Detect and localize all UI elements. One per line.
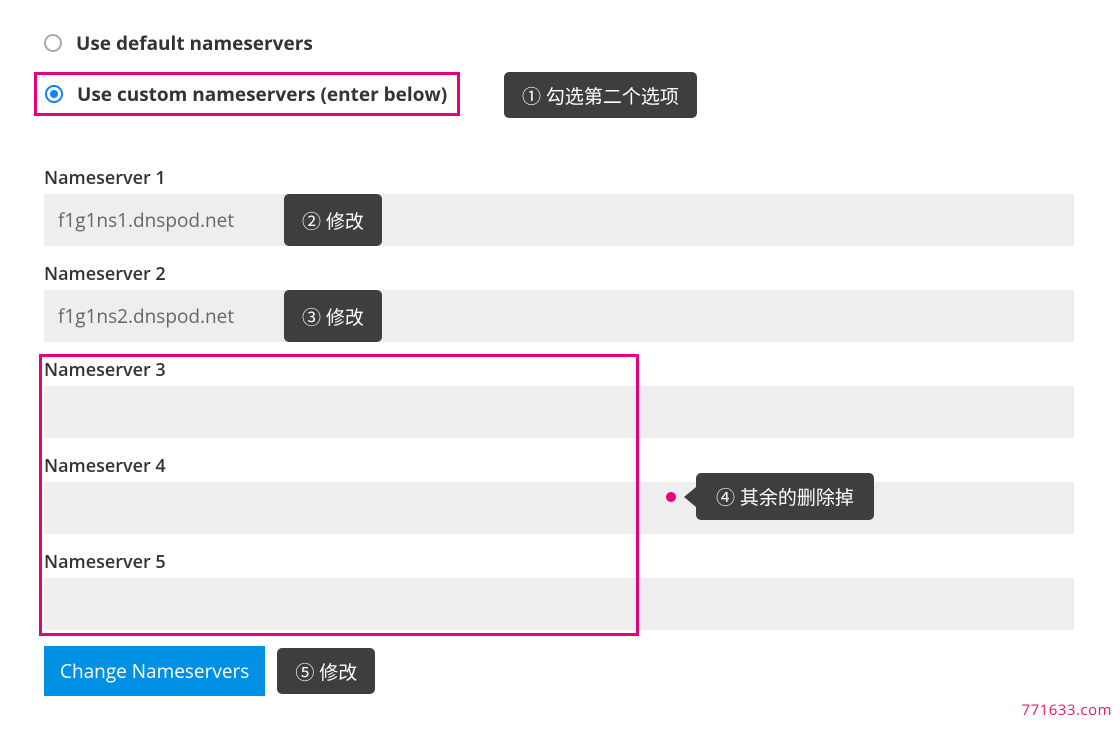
- radio-custom-nameservers[interactable]: Use custom nameservers (enter below): [34, 72, 460, 116]
- nameserver-5-input[interactable]: [44, 578, 1074, 630]
- watermark-text: 771633.com: [1022, 700, 1113, 720]
- nameserver-1-item: Nameserver 1 ② 修改: [44, 166, 1120, 246]
- radio-icon-checked: [45, 85, 63, 103]
- nameserver-2-input[interactable]: [44, 290, 1074, 342]
- radio-default-label: Use default nameservers: [76, 30, 313, 56]
- nameserver-3-label: Nameserver 3: [44, 358, 1120, 382]
- nameserver-5-label: Nameserver 5: [44, 550, 1120, 574]
- nameserver-3-input[interactable]: [44, 386, 1074, 438]
- annotation-step-5: ⑤ 修改: [277, 648, 375, 694]
- nameserver-4-label: Nameserver 4: [44, 454, 1120, 478]
- nameserver-3-item: Nameserver 3: [44, 358, 1120, 438]
- nameservers-section: Nameserver 1 ② 修改 Nameserver 2 ③ 修改 Name…: [44, 166, 1120, 630]
- nameserver-1-label: Nameserver 1: [44, 166, 1120, 190]
- annotation-step-2: ② 修改: [284, 194, 382, 246]
- annotation-step-4-label: ④ 其余的删除掉: [696, 473, 874, 520]
- nameserver-4-input[interactable]: [44, 482, 1074, 534]
- annotation-step-4: ④ 其余的删除掉: [666, 473, 874, 520]
- nameserver-1-input[interactable]: [44, 194, 1074, 246]
- nameserver-4-item: Nameserver 4: [44, 454, 1120, 534]
- nameserver-5-item: Nameserver 5: [44, 550, 1120, 630]
- nameserver-2-item: Nameserver 2 ③ 修改: [44, 262, 1120, 342]
- annotation-step-3: ③ 修改: [284, 290, 382, 342]
- annotation-step-1: ① 勾选第二个选项: [504, 72, 697, 118]
- change-nameservers-button[interactable]: Change Nameservers: [44, 646, 265, 696]
- callout-dot-icon: [666, 492, 676, 502]
- radio-custom-label: Use custom nameservers (enter below): [77, 81, 447, 107]
- radio-default-nameservers[interactable]: Use default nameservers: [44, 30, 1120, 56]
- nameserver-2-label: Nameserver 2: [44, 262, 1120, 286]
- radio-icon: [44, 34, 62, 52]
